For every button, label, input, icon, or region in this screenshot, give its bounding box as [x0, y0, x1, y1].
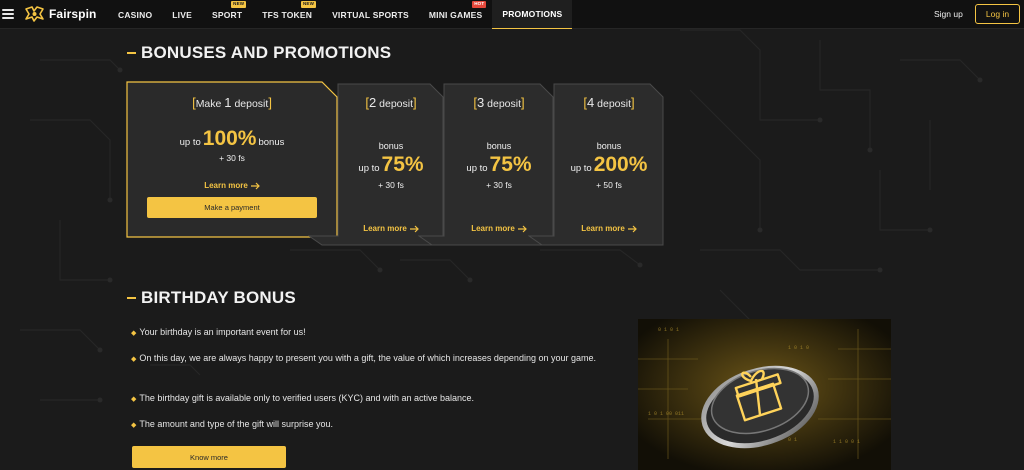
gift-coin-icon: 0 1 0 1 1 0 1 0 1 0 1 00 011 1 1 0 0 1 0…	[638, 319, 891, 470]
main-nav: CASINO LIVE SPORT NEW TFS TOKEN NEW VIRTUAL SP…	[108, 0, 573, 29]
card-amount-row: up to 200%	[554, 153, 664, 177]
card-title: [4 deposit]	[583, 95, 635, 110]
make-payment-button[interactable]: Make a payment	[147, 197, 317, 218]
learn-more-label: Learn more	[204, 181, 248, 190]
card-deposit-number: 2	[368, 95, 377, 110]
nav-item-live[interactable]: LIVE	[162, 0, 202, 29]
fairspin-logo-icon	[25, 6, 44, 22]
card-deposit-number: 1	[224, 95, 232, 110]
list-item-text: The birthday gift is available only to v…	[139, 393, 475, 403]
card-deposit-number: 4	[586, 95, 595, 110]
nav-item-label: VIRTUAL SPORTS	[332, 9, 409, 20]
card-amount: 100%	[202, 127, 257, 150]
bullet-icon: ◆	[131, 330, 137, 337]
bonuses-title-text: BONUSES AND PROMOTIONS	[141, 43, 392, 62]
nav-item-label: PROMOTIONS	[502, 9, 563, 19]
card-amount-row: up to 100% bonus	[126, 127, 338, 151]
card-up-to: up to	[466, 163, 488, 174]
list-item: ◆ The birthday gift is available only to …	[131, 391, 621, 407]
card-bonus-word: bonus	[596, 141, 622, 151]
card-title-prefix: Make	[195, 98, 222, 110]
nav-item-label: TFS TOKEN	[262, 9, 313, 20]
logo[interactable]: Fairspin	[24, 5, 96, 23]
bullet-icon: ◆	[131, 422, 137, 429]
card-bonus-word: bonus	[258, 137, 285, 148]
nav-item-mini-games[interactable]: MINI GAMES HOT	[419, 0, 492, 29]
know-more-button[interactable]: Know more	[132, 446, 286, 468]
arrow-right-icon	[627, 225, 637, 232]
card-title-word: deposit	[379, 98, 413, 110]
sign-up-link[interactable]: Sign up	[934, 9, 963, 19]
svg-text:1 0 1 0: 1 0 1 0	[788, 345, 809, 351]
bullet-icon: ◆	[131, 396, 137, 403]
learn-more-label: Learn more	[581, 224, 625, 233]
list-item-text: Your birthday is an important event for …	[139, 327, 306, 337]
card-title-word: deposit	[234, 98, 269, 110]
logo-text: Fairspin	[49, 7, 97, 21]
card-up-to: up to	[358, 163, 380, 174]
arrow-right-icon	[517, 225, 527, 232]
nav-item-casino[interactable]: CASINO	[108, 0, 162, 29]
nav-item-virtual-sports[interactable]: VIRTUAL SPORTS	[322, 0, 419, 29]
title-dash	[127, 297, 136, 299]
card-up-to: up to	[570, 163, 592, 174]
menu-icon[interactable]	[2, 9, 14, 19]
list-item: ◆ On this day, we are always happy to pre…	[131, 351, 621, 367]
card-up-to: up to	[179, 137, 201, 148]
top-navigation-bar: Fairspin CASINO LIVE SPORT NEW TFS TOKEN NEW V…	[0, 0, 1024, 29]
nav-item-label: MINI GAMES	[428, 9, 483, 20]
arrow-right-icon	[250, 182, 260, 189]
list-item-text: The amount and type of the gift will sur…	[139, 419, 333, 429]
learn-more-link[interactable]: Learn more	[126, 181, 338, 190]
card-title: [Make 1 deposit]	[192, 95, 272, 110]
nav-item-promotions[interactable]: PROMOTIONS	[492, 0, 573, 29]
list-item: ◆ Your birthday is an important event for…	[131, 325, 621, 341]
card-amount: 200%	[593, 153, 648, 176]
bonus-card-4: [4 deposit] bonus up to 200% + 50 fs Lea…	[528, 83, 664, 246]
learn-more-link[interactable]: Learn more	[554, 224, 664, 233]
birthday-title-text: BIRTHDAY BONUS	[141, 288, 296, 307]
bullet-icon: ◆	[131, 356, 137, 363]
card-free-spins: + 30 fs	[219, 153, 245, 163]
nav-item-sport[interactable]: SPORT NEW	[202, 0, 252, 29]
svg-text:0 1 0 1: 0 1 0 1	[658, 327, 679, 333]
svg-text:0 1: 0 1	[788, 437, 797, 443]
list-item-text: On this day, we are always happy to pres…	[139, 353, 596, 363]
card-title-word: deposit	[597, 98, 631, 110]
card-deposit-number: 3	[476, 95, 485, 110]
svg-text:1 0 1 00 011: 1 0 1 00 011	[648, 411, 684, 417]
card-title-word: deposit	[487, 98, 521, 110]
log-in-button[interactable]: Log in	[975, 4, 1020, 24]
nav-item-tfs-token[interactable]: TFS TOKEN NEW	[252, 0, 322, 29]
card-free-spins: + 50 fs	[596, 180, 622, 190]
gift-coin-image: 0 1 0 1 1 0 1 0 1 0 1 00 011 1 1 0 0 1 0…	[638, 319, 891, 470]
card-amount: 75%	[489, 153, 532, 176]
list-item: ◆ The amount and type of the gift will su…	[131, 417, 621, 433]
learn-more-label: Learn more	[363, 224, 407, 233]
title-dash	[127, 52, 136, 54]
nav-badge-new: NEW	[300, 1, 317, 8]
nav-badge-new: NEW	[231, 1, 247, 8]
bonuses-section-title: BONUSES AND PROMOTIONS	[127, 43, 391, 63]
bonus-card-1: [Make 1 deposit] up to 100% bonus + 30 f…	[126, 81, 338, 238]
svg-text:1 1 0 0 1: 1 1 0 0 1	[833, 439, 860, 445]
learn-more-label: Learn more	[471, 224, 515, 233]
nav-item-label: SPORT	[211, 9, 243, 20]
birthday-section-title: BIRTHDAY BONUS	[127, 288, 296, 308]
nav-badge-hot: HOT	[472, 1, 487, 8]
nav-item-label: LIVE	[172, 9, 192, 20]
nav-item-label: CASINO	[118, 9, 153, 20]
